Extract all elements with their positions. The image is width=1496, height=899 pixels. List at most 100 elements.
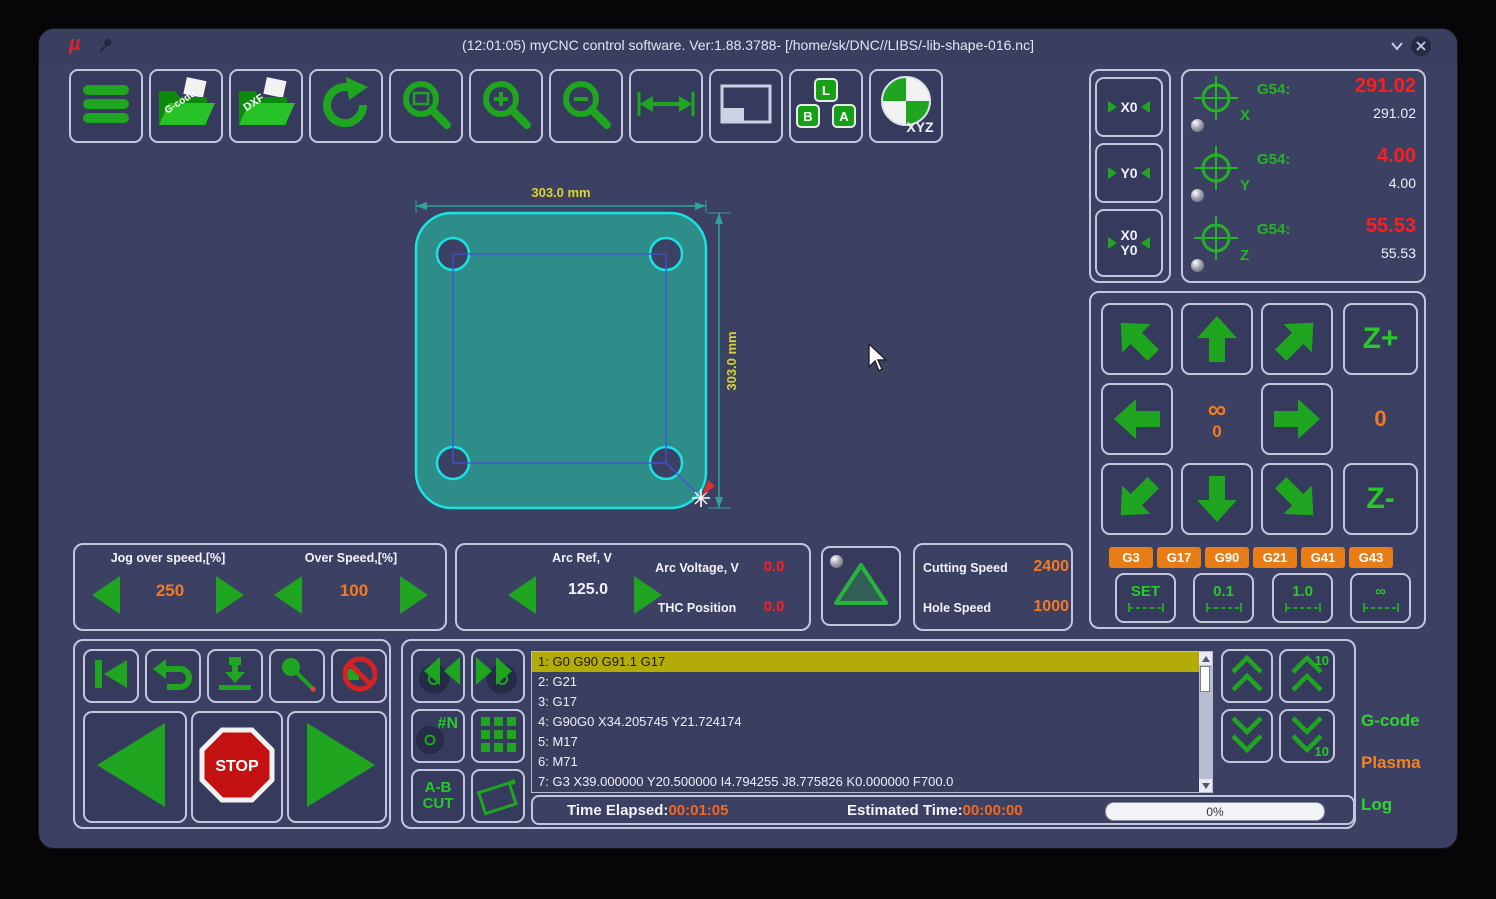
gcode-line[interactable]: 1: G0 G90 G91.1 G17 <box>532 652 1199 672</box>
jog-right-button[interactable] <box>1261 383 1333 455</box>
time-elapsed: Time Elapsed:00:01:05 <box>567 802 729 819</box>
gcode-state-chip: G3 <box>1109 547 1153 568</box>
stop-button[interactable]: STOP <box>191 711 283 823</box>
fit-width-button[interactable] <box>629 69 703 143</box>
zero-xy-button[interactable]: X0 Y0 <box>1095 209 1163 277</box>
menu-button[interactable] <box>69 69 143 143</box>
cancel-cut-button[interactable] <box>331 649 387 703</box>
gcode-line[interactable]: 2: G21 <box>532 672 1199 692</box>
step-set-button[interactable]: SET <box>1115 573 1176 623</box>
over-speed-decrease-button[interactable] <box>267 571 315 619</box>
double-chevron-up-icon <box>1228 653 1266 700</box>
back-step-button[interactable] <box>145 649 201 703</box>
jog-z-plus-button[interactable]: Z+ <box>1343 303 1418 375</box>
jog-speed-increase-button[interactable] <box>203 571 251 619</box>
jog-down-right-button[interactable] <box>1261 463 1333 535</box>
over-speed-increase-button[interactable] <box>387 571 435 619</box>
close-icon[interactable] <box>1411 36 1431 56</box>
jog-up-left-button[interactable] <box>1101 303 1173 375</box>
zoom-in-icon <box>478 76 534 137</box>
open-dxf-button[interactable]: DXF <box>229 69 303 143</box>
ab-cut-button[interactable]: A-B CUT <box>411 769 465 823</box>
tab-gcode[interactable]: G-code <box>1361 711 1420 731</box>
jog-left-button[interactable] <box>1101 383 1173 455</box>
axis-target-icon[interactable] <box>1193 75 1239 126</box>
step-1-0-button[interactable]: 1.0 <box>1272 573 1333 623</box>
undo-arrow-icon <box>151 654 195 699</box>
arc-voltage-value: 0.0 <box>763 558 785 575</box>
fit-width-icon <box>635 84 697 129</box>
thc-enable-button[interactable] <box>821 546 901 626</box>
scrollbar-up-icon[interactable] <box>1199 652 1212 665</box>
jog-speed-decrease-button[interactable] <box>85 571 133 619</box>
zoom-out-button[interactable] <box>549 69 623 143</box>
scrollbar[interactable] <box>1199 652 1212 792</box>
shade-icon[interactable] <box>1387 36 1407 56</box>
zoom-in-button[interactable] <box>469 69 543 143</box>
run-back-button[interactable] <box>83 711 187 823</box>
axis-target-icon[interactable] <box>1193 145 1239 196</box>
go-start-button[interactable] <box>83 649 139 703</box>
rewind-lines-button[interactable] <box>411 649 465 703</box>
jog-speed-panel: Jog over speed,[%] Over Speed,[%] 250 10… <box>73 543 447 631</box>
zero-y-button[interactable]: Y0 <box>1095 143 1163 203</box>
zoom-fit-button[interactable] <box>389 69 463 143</box>
gcode-line[interactable]: 6: M71 <box>532 752 1199 772</box>
scrollbar-thumb[interactable] <box>1200 666 1210 692</box>
jog-up-button[interactable] <box>1181 303 1253 375</box>
titlebar[interactable]: µ (12:01:05) myCNC control software. Ver… <box>39 29 1457 63</box>
scroll-up-10-button[interactable]: 10 <box>1279 649 1335 703</box>
axis-target-icon[interactable] <box>1193 215 1239 266</box>
step-0-1-button[interactable]: 0.1 <box>1193 573 1254 623</box>
scroll-down-button[interactable] <box>1221 709 1273 763</box>
shape-rotate-button[interactable] <box>471 769 525 823</box>
toolpath-canvas[interactable]: 303.0 mm 303.0 mm <box>409 179 769 599</box>
tab-plasma[interactable]: Plasma <box>1361 753 1421 773</box>
gcode-line[interactable]: 7: G3 X39.000000 Y20.500000 I4.794255 J8… <box>532 772 1199 792</box>
gcode-line[interactable]: 4: G90G0 X34.205745 Y21.724174 <box>532 712 1199 732</box>
jog-step-display[interactable]: ∞ 0 <box>1181 383 1253 455</box>
jog-down-button[interactable] <box>1181 463 1253 535</box>
reload-button[interactable] <box>309 69 383 143</box>
open-gcode-button[interactable]: G-code <box>149 69 223 143</box>
arrow-right-icon <box>1270 392 1324 446</box>
triangle-right-icon <box>1108 167 1118 179</box>
goto-xyz-button[interactable]: XYZ <box>869 69 943 143</box>
jog-down-left-button[interactable] <box>1101 463 1173 535</box>
rotary-position-display: 0 <box>1374 406 1387 431</box>
arc-ref-decrease-button[interactable] <box>501 571 549 619</box>
fast-forward-icon <box>474 653 522 700</box>
view-frame-button[interactable] <box>709 69 783 143</box>
double-chevron-down-icon <box>1228 713 1266 760</box>
step-continuous-button[interactable]: ∞ <box>1350 573 1411 623</box>
forward-lines-button[interactable] <box>471 649 525 703</box>
torch-probe-button[interactable] <box>269 649 325 703</box>
hole-speed-label: Hole Speed <box>923 601 992 615</box>
scroll-down-10-button[interactable]: 10 <box>1279 709 1335 763</box>
gcode-line[interactable]: 3: G17 <box>532 692 1199 712</box>
gcode-list[interactable]: 1: G0 G90 G91.1 G17 2: G21 3: G17 4: G90… <box>531 651 1213 793</box>
tool-down-icon <box>213 654 257 699</box>
gcode-line[interactable]: 5: M17 <box>532 732 1199 752</box>
run-forward-button[interactable] <box>287 711 387 823</box>
axis-machine-position: 291.02 <box>1373 105 1416 121</box>
offset-label: G54: <box>1257 221 1291 238</box>
tool-down-button[interactable] <box>207 649 263 703</box>
zero-x-button[interactable]: X0 <box>1095 77 1163 137</box>
scrollbar-down-icon[interactable] <box>1199 779 1212 792</box>
pin-icon[interactable] <box>99 38 114 59</box>
gcode-state-chip: G21 <box>1253 547 1297 568</box>
offset-label: G54: <box>1257 151 1291 168</box>
keyboard-jog-button[interactable]: L B A <box>789 69 863 143</box>
tab-log[interactable]: Log <box>1361 795 1392 815</box>
gcode-state-chip: G41 <box>1301 547 1345 568</box>
jog-panel: Z+ ∞ 0 0 Z- G3 G17 G90 G21 G41 G43 SET 0… <box>1089 291 1426 629</box>
arc-ref-label: Arc Ref, V <box>552 551 612 565</box>
nest-grid-button[interactable] <box>471 709 525 763</box>
jog-z-minus-button[interactable]: Z- <box>1343 463 1418 535</box>
tilted-plate-icon <box>475 771 521 822</box>
scroll-up-button[interactable] <box>1221 649 1273 703</box>
jog-up-right-button[interactable] <box>1261 303 1333 375</box>
triangle-right-icon <box>1108 101 1118 113</box>
goto-line-button[interactable]: #N <box>411 709 465 763</box>
